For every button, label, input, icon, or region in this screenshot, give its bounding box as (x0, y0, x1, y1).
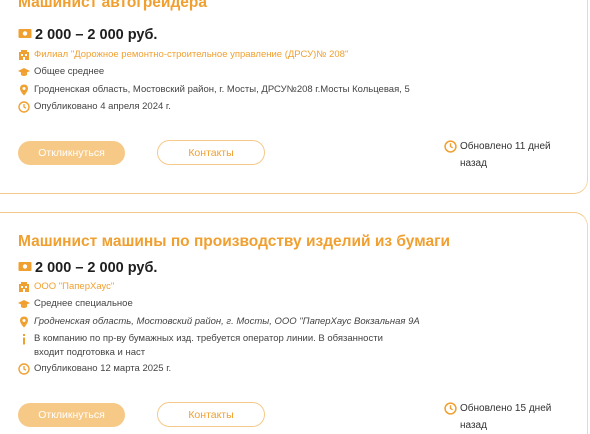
published-row: Опубликовано 12 марта 2025 г. (18, 362, 171, 376)
published-text: Опубликовано 4 апреля 2024 г. (34, 101, 171, 112)
address-row: Гродненская область, Мостовский район, г… (18, 315, 420, 329)
address-text: Гродненская область, Мостовский район, г… (34, 84, 410, 95)
apply-button[interactable]: Откликнуться (18, 403, 125, 427)
address-row: Гродненская область, Мостовский район, г… (18, 83, 410, 97)
education-row: Общее среднее (18, 65, 104, 79)
published-text: Опубликовано 12 марта 2025 г. (34, 363, 172, 374)
education-text: Среднее специальное (34, 298, 133, 309)
clock-icon (18, 101, 30, 113)
description-text: В компанию по пр-ву бумажных изд. требуе… (34, 333, 383, 358)
vacancy-card: Машинист автогрейдера 2 000 – 2 000 руб.… (0, 0, 588, 194)
contacts-button[interactable]: Контакты (157, 402, 265, 427)
employer-link[interactable]: ООО "ПаперХаус" (34, 280, 114, 294)
description-row: В компанию по пр-ву бумажных изд. требуе… (18, 332, 394, 360)
salary-text: 2 000 – 2 000 руб. (35, 260, 158, 276)
clock-icon (444, 140, 457, 153)
location-pin-icon (18, 316, 30, 328)
vacancy-card: Машинист машины по производству изделий … (0, 212, 588, 434)
info-icon (18, 333, 30, 345)
updated-text: Обновлено 11 дней назад (460, 141, 551, 169)
education-row: Среднее специальное (18, 297, 133, 311)
location-pin-icon (18, 84, 30, 96)
vacancy-title[interactable]: Машинист машины по производству изделий … (18, 233, 450, 251)
graduation-cap-icon (18, 66, 30, 78)
vacancy-salary: 2 000 – 2 000 руб. (18, 27, 157, 43)
updated-text: Обновлено 15 дней назад (460, 403, 552, 431)
employer-row: Филиал "Дорожное ремонтно-строительное у… (18, 48, 348, 62)
apply-button[interactable]: Откликнуться (18, 141, 125, 165)
updated-info: Обновлено 15 дней назад (444, 400, 570, 434)
clock-icon (444, 402, 457, 415)
building-icon (18, 49, 30, 61)
published-row: Опубликовано 4 апреля 2024 г. (18, 100, 171, 114)
graduation-cap-icon (18, 298, 30, 310)
vacancy-salary: 2 000 – 2 000 руб. (18, 260, 157, 276)
education-text: Общее среднее (34, 66, 105, 77)
clock-icon (18, 363, 30, 375)
contacts-button[interactable]: Контакты (157, 140, 265, 165)
updated-info: Обновлено 11 дней назад (444, 138, 570, 172)
salary-text: 2 000 – 2 000 руб. (35, 27, 158, 43)
address-text: Гродненская область, Мостовский район, г… (34, 316, 420, 327)
employer-row: ООО "ПаперХаус" (18, 280, 114, 294)
employer-link[interactable]: Филиал "Дорожное ремонтно-строительное у… (34, 48, 348, 62)
money-icon (18, 27, 32, 43)
building-icon (18, 281, 30, 293)
vacancy-title[interactable]: Машинист автогрейдера (18, 0, 207, 12)
money-icon (18, 260, 32, 276)
